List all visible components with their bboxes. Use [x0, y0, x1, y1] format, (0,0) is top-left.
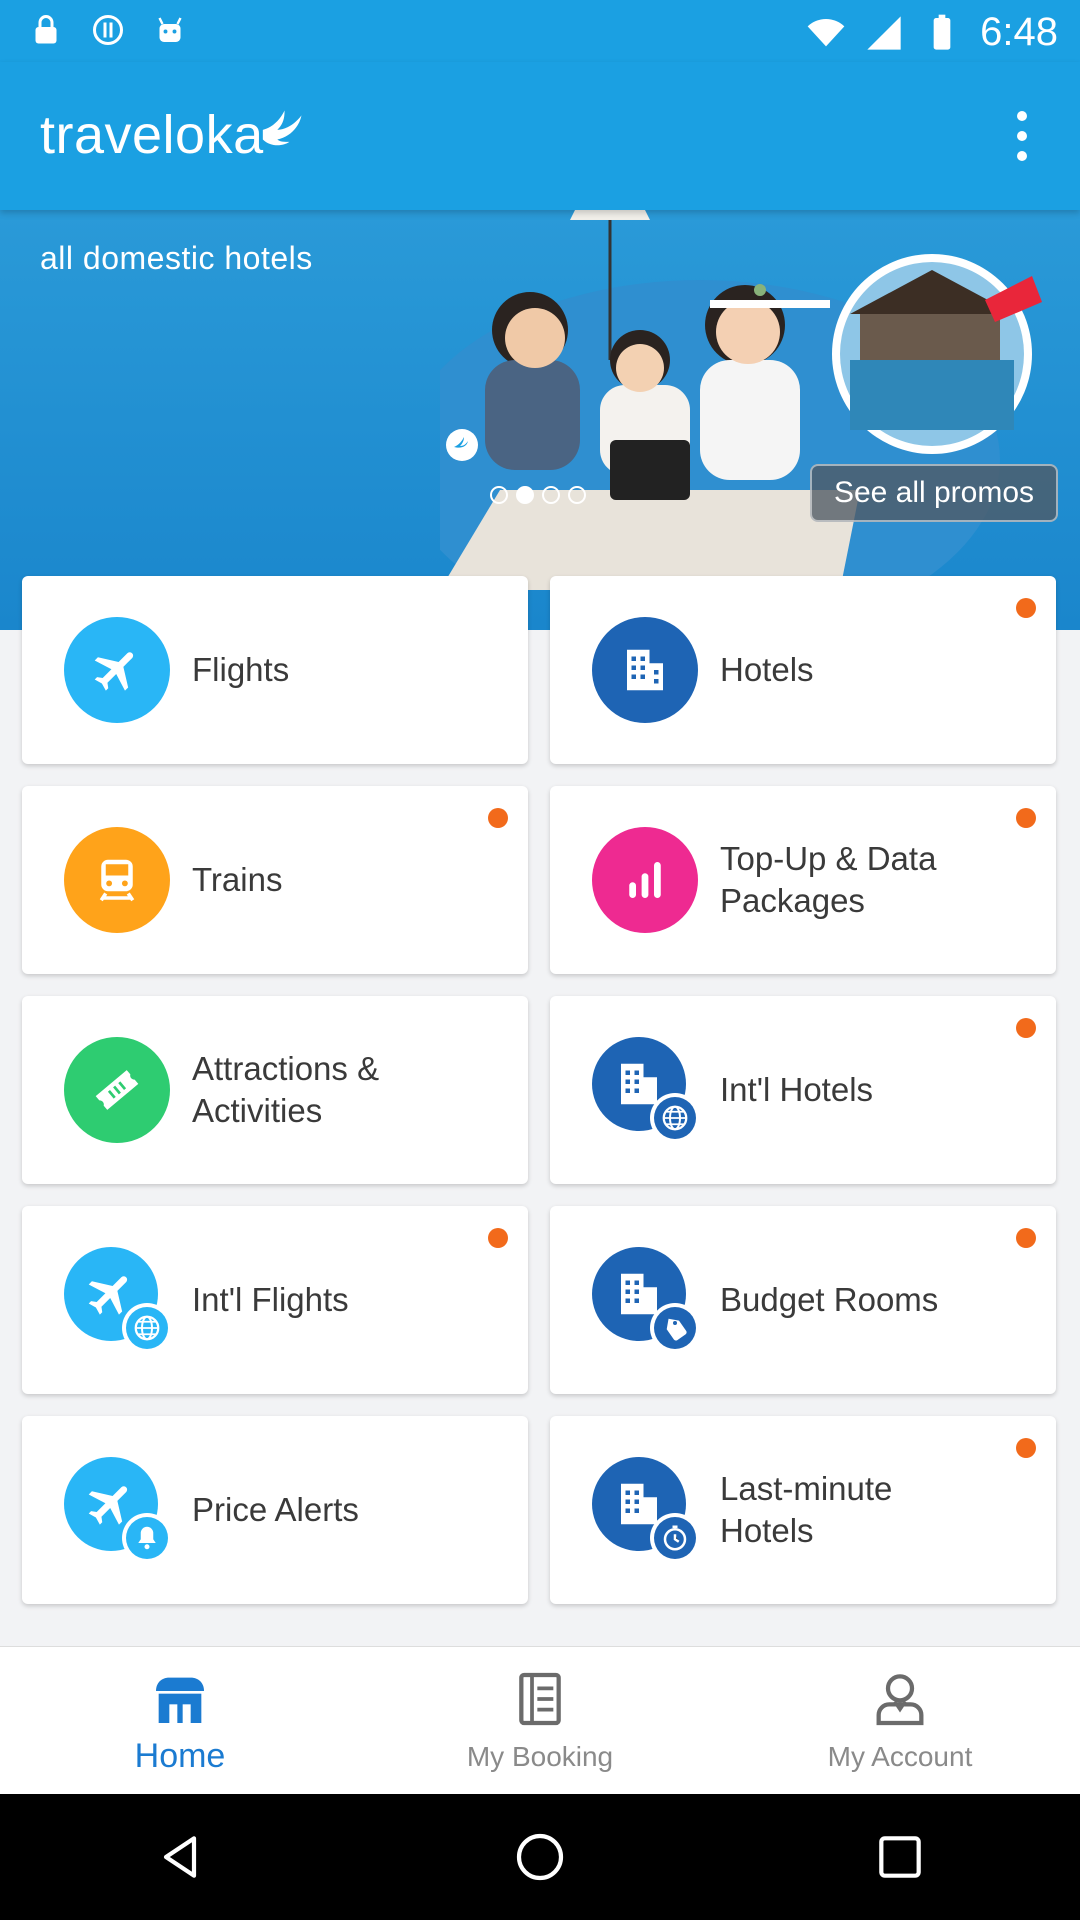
booking-icon — [519, 1672, 561, 1726]
wifi-icon — [807, 18, 845, 46]
battery-icon — [933, 14, 951, 50]
new-indicator-dot — [1016, 1228, 1036, 1248]
recents-icon[interactable] — [872, 1829, 928, 1885]
nav-label: Home — [134, 1737, 226, 1775]
account-icon — [876, 1674, 924, 1726]
product-label: Price Alerts — [192, 1490, 359, 1528]
train-icon — [64, 827, 170, 933]
banner-headline: all domestic hotels — [40, 240, 313, 276]
nav-label: My Account — [827, 1741, 973, 1772]
see-all-promos-button[interactable]: See all promos — [810, 464, 1058, 522]
new-indicator-dot — [1016, 1018, 1036, 1038]
nav-label: My Booking — [466, 1741, 614, 1772]
new-indicator-dot — [1016, 598, 1036, 618]
new-indicator-dot — [1016, 1438, 1036, 1458]
product-label: Flights — [192, 650, 290, 688]
promo-banner[interactable]: all domestic hotels See all promos — [0, 210, 1080, 630]
product-label: Hotels — [720, 650, 814, 688]
app-bar: traveloka — [0, 62, 1080, 210]
android-icon — [158, 17, 182, 42]
carousel-dots — [490, 486, 586, 504]
budget-rooms-icon-group — [592, 1247, 700, 1353]
home-circle-icon[interactable] — [512, 1829, 568, 1885]
flights-icon-group — [64, 617, 170, 723]
product-label: Budget Rooms — [720, 1280, 939, 1318]
logo-text: traveloka — [40, 105, 264, 165]
product-card-attractions[interactable]: Attractions & Activities — [22, 996, 528, 1184]
nav-my-account[interactable]: My Account — [720, 1647, 1080, 1794]
product-grid: Flights Hotels Trains Top-Up & Data Pack… — [22, 576, 1058, 1604]
intl-hotels-icon-group — [592, 1037, 700, 1143]
status-bar: 6:48 — [0, 0, 1080, 62]
ticket-icon — [64, 1037, 170, 1143]
product-card-topup[interactable]: Top-Up & Data Packages — [550, 786, 1056, 974]
lock-icon — [35, 15, 57, 44]
product-card-price-alerts[interactable]: Price Alerts — [22, 1416, 528, 1604]
price-alerts-icon-group — [64, 1457, 172, 1563]
product-label: Int'l Flights — [192, 1280, 349, 1318]
bar-chart-icon — [592, 827, 698, 933]
product-card-flights[interactable]: Flights — [22, 576, 528, 764]
more-vert-icon[interactable] — [1002, 106, 1042, 166]
signal-icon — [867, 15, 901, 50]
tag-icon — [650, 1303, 700, 1353]
bottom-nav: Home My Booking My Account — [0, 1646, 1080, 1794]
product-card-intl-flights[interactable]: Int'l Flights — [22, 1206, 528, 1394]
building-icon — [592, 617, 698, 723]
product-card-last-minute-hotels[interactable]: Last-minute Hotels — [550, 1416, 1056, 1604]
new-indicator-dot — [488, 808, 508, 828]
trains-icon-group — [64, 827, 170, 933]
bird-icon — [262, 110, 302, 146]
family-hotel-illustration — [440, 210, 1042, 590]
product-card-hotels[interactable]: Hotels — [550, 576, 1056, 764]
product-label: Int'l Hotels — [720, 1070, 874, 1108]
back-icon[interactable] — [152, 1829, 208, 1885]
last-minute-hotels-icon-group — [592, 1457, 700, 1563]
system-nav-bar — [0, 1794, 1080, 1920]
bell-icon — [122, 1513, 172, 1563]
attractions-icon-group — [64, 1037, 170, 1143]
alert-circle-icon — [93, 15, 123, 45]
nav-my-booking[interactable]: My Booking — [360, 1647, 720, 1794]
clock-icon — [650, 1513, 700, 1563]
product-label: Attractions & Activities — [192, 1049, 380, 1129]
product-card-trains[interactable]: Trains — [22, 786, 528, 974]
product-card-intl-hotels[interactable]: Int'l Hotels — [550, 996, 1056, 1184]
hotels-icon-group — [592, 617, 698, 723]
new-indicator-dot — [1016, 808, 1036, 828]
traveloka-logo[interactable]: traveloka — [40, 104, 316, 166]
globe-icon — [122, 1303, 172, 1353]
product-card-budget-rooms[interactable]: Budget Rooms — [550, 1206, 1056, 1394]
status-time: 6:48 — [980, 10, 1058, 54]
intl-flights-icon-group — [64, 1247, 172, 1353]
globe-icon — [650, 1093, 700, 1143]
nav-home[interactable]: Home — [0, 1647, 360, 1794]
home-icon — [156, 1677, 204, 1723]
plane-icon — [64, 617, 170, 723]
product-label: Last-minute Hotels — [720, 1469, 893, 1549]
product-label: Top-Up & Data Packages — [720, 839, 937, 919]
new-indicator-dot — [488, 1228, 508, 1248]
product-label: Trains — [192, 860, 283, 898]
topup-icon-group — [592, 827, 698, 933]
